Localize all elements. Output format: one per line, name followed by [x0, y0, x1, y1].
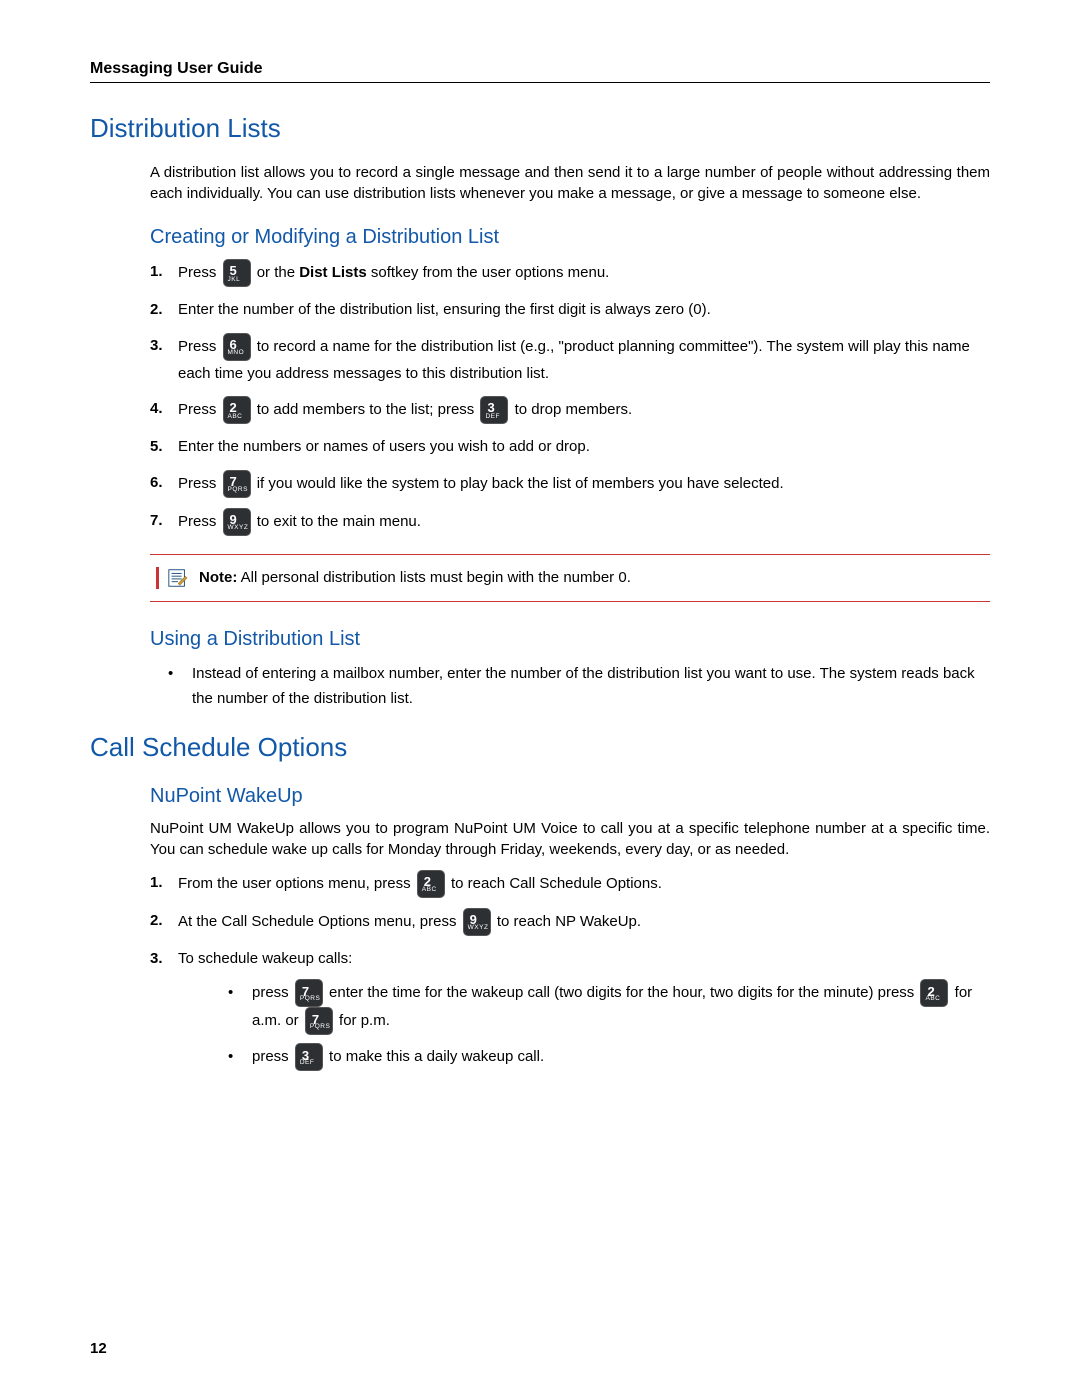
wakeup-intro: NuPoint UM WakeUp allows you to program … — [150, 818, 990, 860]
phone-key-6-icon: 6MNO — [223, 333, 251, 361]
heading-distribution-lists: Distribution Lists — [90, 113, 990, 144]
list-item: 7. Press 9WXYZ to exit to the main menu. — [150, 508, 990, 536]
list-item: 1. Press 5JKL or the Dist Lists softkey … — [150, 259, 990, 287]
wakeup-steps-list: 1. From the user options menu, press 2AB… — [150, 870, 990, 1080]
heading-call-schedule: Call Schedule Options — [90, 732, 990, 763]
phone-key-3-icon: 3DEF — [295, 1043, 323, 1071]
phone-key-2-icon: 2ABC — [920, 979, 948, 1007]
note-icon — [167, 567, 189, 589]
list-item: press 7PQRS enter the time for the wakeu… — [228, 979, 990, 1035]
running-header: Messaging User Guide — [90, 60, 990, 78]
document-page: Messaging User Guide Distribution Lists … — [0, 0, 1080, 1397]
list-item: 4. Press 2ABC to add members to the list… — [150, 396, 990, 424]
phone-key-9-icon: 9WXYZ — [223, 508, 251, 536]
using-bullet-list: Instead of entering a mailbox number, en… — [168, 661, 990, 712]
list-item: 2. At the Call Schedule Options menu, pr… — [150, 908, 990, 936]
note-text: Note: All personal distribution lists mu… — [199, 569, 631, 586]
header-rule — [90, 82, 990, 83]
wakeup-sub-bullets: press 7PQRS enter the time for the wakeu… — [228, 979, 990, 1071]
phone-key-3-icon: 3DEF — [480, 396, 508, 424]
page-number: 12 — [90, 1340, 107, 1357]
phone-key-7-icon: 7PQRS — [295, 979, 323, 1007]
note-callout: Note: All personal distribution lists mu… — [150, 554, 990, 602]
heading-create-modify: Creating or Modifying a Distribution Lis… — [150, 226, 990, 249]
heading-nupoint-wakeup: NuPoint WakeUp — [150, 785, 990, 808]
phone-key-9-icon: 9WXYZ — [463, 908, 491, 936]
heading-using-dist-list: Using a Distribution List — [150, 628, 990, 651]
list-item: 1. From the user options menu, press 2AB… — [150, 870, 990, 898]
list-item: 5. Enter the numbers or names of users y… — [150, 434, 990, 460]
phone-key-2-icon: 2ABC — [417, 870, 445, 898]
list-item: 2. Enter the number of the distribution … — [150, 297, 990, 323]
create-steps-list: 1. Press 5JKL or the Dist Lists softkey … — [150, 259, 990, 536]
list-item: Instead of entering a mailbox number, en… — [168, 661, 990, 712]
phone-key-7-icon: 7PQRS — [223, 470, 251, 498]
phone-key-7-icon: 7PQRS — [305, 1007, 333, 1035]
list-item: 6. Press 7PQRS if you would like the sys… — [150, 470, 990, 498]
note-accent-bar — [156, 567, 159, 589]
list-item: 3. To schedule wakeup calls: press 7PQRS… — [150, 946, 990, 1080]
phone-key-2-icon: 2ABC — [223, 396, 251, 424]
list-item: 3. Press 6MNO to record a name for the d… — [150, 333, 990, 387]
dist-lists-intro: A distribution list allows you to record… — [150, 162, 990, 204]
list-item: press 3DEF to make this a daily wakeup c… — [228, 1043, 990, 1071]
phone-key-5-icon: 5JKL — [223, 259, 251, 287]
